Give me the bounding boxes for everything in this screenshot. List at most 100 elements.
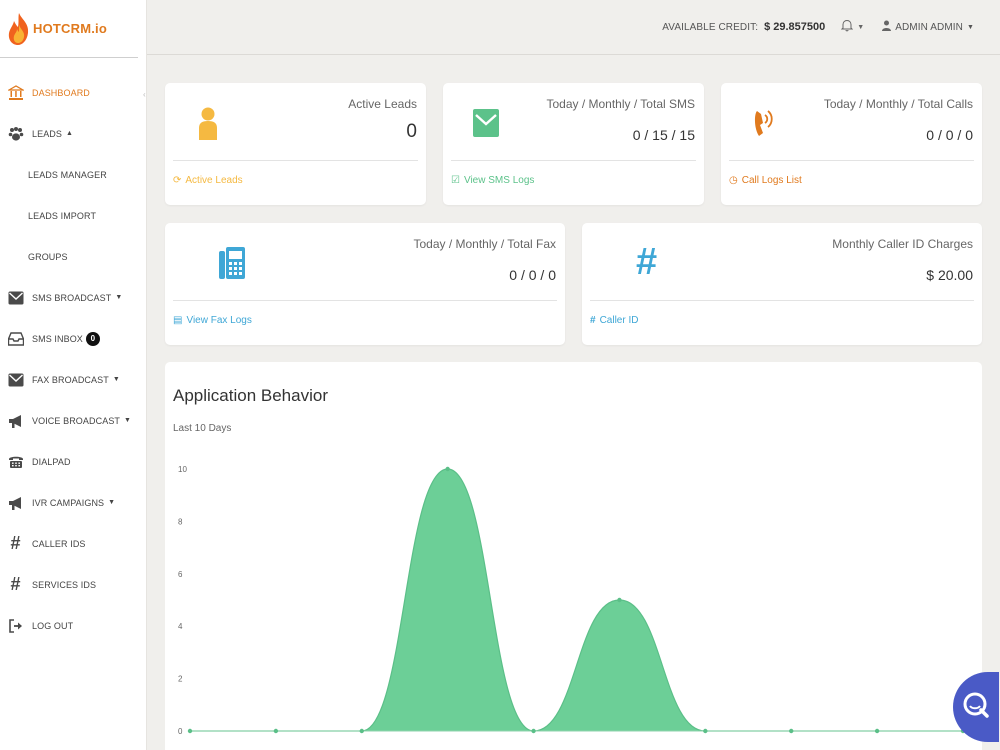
data-point[interactable]	[789, 728, 794, 734]
sidebar: HOTCRM.io ‹ DASHBOARD LEADS ▲ LEADS MANA…	[0, 0, 147, 750]
sidebar-item-log-out[interactable]: LOG OUT	[0, 605, 146, 646]
sidebar-item-label: LEADS IMPORT	[28, 210, 97, 221]
sidebar-item-groups[interactable]: GROUPS	[0, 236, 146, 277]
sidebar-item-leads[interactable]: LEADS ▲	[0, 113, 146, 154]
card-value: 0 / 15 / 15	[632, 127, 695, 143]
hashtag-icon: #	[10, 574, 21, 594]
chat-icon	[962, 691, 990, 724]
credit-label: AVAILABLE CREDIT:	[662, 21, 759, 33]
envelope-icon	[7, 289, 24, 306]
caret-up-icon: ▲	[66, 130, 74, 137]
admin-menu[interactable]: ADMIN ADMIN ▼	[882, 20, 974, 34]
sidebar-item-label: SMS INBOX	[32, 333, 83, 344]
caret-down-icon: ▼	[124, 417, 132, 424]
sidebar-item-label: SMS BROADCAST	[32, 292, 112, 303]
sidebar-item-dialpad[interactable]: DIALPAD	[0, 441, 146, 482]
application-behavior-card: Application Behavior Last 10 Days 024681…	[165, 362, 982, 750]
active-leads-card: Active Leads 0 ⟳ Active Leads	[165, 83, 426, 205]
caret-down-icon: ▼	[108, 499, 116, 506]
sidebar-nav: DASHBOARD LEADS ▲ LEADS MANAGER LEADS IM…	[0, 72, 146, 646]
caret-down-icon: ▼	[115, 294, 123, 301]
sidebar-item-fax-broadcast[interactable]: FAX BROADCAST ▼	[0, 359, 146, 400]
link-label: View Fax Logs	[186, 315, 252, 326]
card-divider	[729, 160, 974, 161]
inbox-count-badge: 0	[85, 331, 100, 346]
phone-keypad-icon	[7, 453, 24, 470]
card-value: 0 / 0 / 0	[926, 127, 973, 143]
sidebar-item-leads-manager[interactable]: LEADS MANAGER	[0, 154, 146, 195]
user-icon	[882, 20, 892, 34]
fax-icon	[219, 245, 245, 286]
sidebar-item-label: DASHBOARD	[32, 87, 90, 98]
view-fax-logs-link[interactable]: ▤ View Fax Logs	[173, 315, 252, 326]
admin-name: ADMIN ADMIN	[895, 21, 963, 33]
sidebar-item-leads-import[interactable]: LEADS IMPORT	[0, 195, 146, 236]
call-logs-list-link[interactable]: ◷ Call Logs List	[729, 175, 802, 186]
card-title: Monthly Caller ID Charges	[832, 237, 973, 251]
sms-card: Today / Monthly / Total SMS 0 / 15 / 15 …	[443, 83, 704, 205]
sidebar-item-label: LEADS MANAGER	[28, 169, 107, 180]
sidebar-item-caller-ids[interactable]: # CALLER IDS	[0, 523, 146, 564]
data-point[interactable]	[187, 728, 193, 734]
top-bar: AVAILABLE CREDIT: $ 29.857500 ▼ ADMIN AD…	[147, 0, 1000, 55]
user-icon	[198, 106, 218, 145]
logo[interactable]: HOTCRM.io	[0, 0, 138, 58]
data-point[interactable]	[445, 466, 450, 472]
data-point[interactable]	[359, 728, 364, 734]
credit-value: $ 29.857500	[764, 21, 826, 33]
sidebar-item-sms-broadcast[interactable]: SMS BROADCAST ▼	[0, 277, 146, 318]
sidebar-item-label: LEADS	[32, 128, 63, 139]
view-sms-logs-link[interactable]: ☑ View SMS Logs	[451, 175, 534, 186]
notifications-button[interactable]: ▼	[841, 19, 864, 35]
data-point[interactable]	[273, 728, 279, 734]
sidebar-item-label: VOICE BROADCAST	[32, 415, 121, 426]
sidebar-item-label: IVR CAMPAIGNS	[32, 497, 105, 508]
data-point[interactable]	[617, 597, 622, 603]
envelope-icon	[7, 371, 24, 388]
envelope-icon	[473, 109, 499, 142]
link-label: Active Leads	[185, 175, 243, 186]
series-area	[190, 469, 963, 731]
hashtag-icon: #	[10, 533, 21, 553]
sidebar-item-label: SERVICES IDS	[32, 579, 97, 590]
sidebar-item-label: FAX BROADCAST	[32, 374, 109, 385]
card-value: $ 20.00	[926, 267, 973, 283]
inbox-icon	[7, 330, 24, 347]
card-title: Today / Monthly / Total Fax	[413, 237, 556, 251]
fax-card: Today / Monthly / Total Fax 0 / 0 / 0 ▤ …	[165, 223, 565, 345]
bullhorn-icon	[7, 494, 24, 511]
logo-text: HOTCRM.io	[33, 21, 108, 36]
collapse-icon[interactable]: ‹	[143, 90, 151, 99]
calls-card: Today / Monthly / Total Calls 0 / 0 / 0 …	[721, 83, 982, 205]
sidebar-item-services-ids[interactable]: # SERVICES IDS	[0, 564, 146, 605]
sign-out-icon	[7, 617, 24, 634]
clock-icon: ◷	[729, 175, 738, 186]
data-point[interactable]	[874, 728, 880, 734]
link-label: Caller ID	[599, 315, 639, 326]
data-point[interactable]	[703, 728, 708, 734]
sidebar-item-dashboard[interactable]: DASHBOARD	[0, 72, 146, 113]
card-title: Today / Monthly / Total SMS	[546, 97, 695, 111]
caret-down-icon: ▼	[857, 23, 865, 31]
card-divider	[173, 300, 557, 301]
sidebar-item-label: CALLER IDS	[32, 538, 86, 549]
area-chart: 0 2 4 6 8 10	[178, 465, 966, 736]
sidebar-item-ivr-campaigns[interactable]: IVR CAMPAIGNS ▼	[0, 482, 146, 523]
sidebar-item-label: LOG OUT	[32, 620, 74, 631]
caret-down-icon: ▼	[966, 23, 974, 31]
caller-id-card: # Monthly Caller ID Charges $ 20.00 # Ca…	[582, 223, 982, 345]
sidebar-item-sms-inbox[interactable]: SMS INBOX 0	[0, 318, 146, 359]
y-tick-label: 4	[178, 622, 183, 631]
card-title: Active Leads	[348, 97, 417, 111]
sidebar-item-voice-broadcast[interactable]: VOICE BROADCAST ▼	[0, 400, 146, 441]
caller-id-link[interactable]: # Caller ID	[590, 315, 638, 326]
data-point[interactable]	[531, 728, 536, 734]
active-leads-link[interactable]: ⟳ Active Leads	[173, 175, 243, 186]
sidebar-item-label: DIALPAD	[32, 456, 71, 467]
bank-icon	[7, 84, 24, 101]
paw-icon	[7, 125, 24, 142]
hashtag-icon: #	[590, 315, 596, 326]
phone-volume-icon	[751, 105, 777, 146]
card-title: Today / Monthly / Total Calls	[823, 97, 973, 111]
card-divider	[451, 160, 696, 161]
